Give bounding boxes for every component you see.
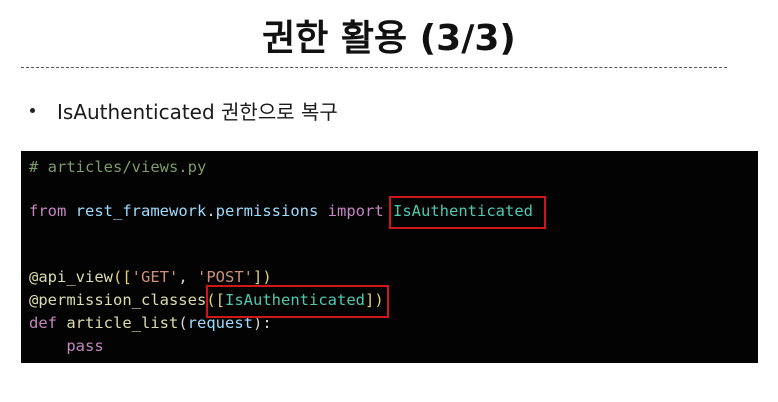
comma: , bbox=[178, 268, 198, 286]
function-name: article_list bbox=[66, 314, 179, 332]
open-brackets: ([ bbox=[113, 268, 132, 286]
decorator-permission-classes: @permission_classes bbox=[29, 291, 207, 309]
code-block: # articles/views.py from rest_framework.… bbox=[21, 151, 758, 363]
dashed-divider bbox=[21, 67, 727, 68]
params-open: ( bbox=[178, 314, 188, 332]
bullet-text: IsAuthenticated 권한으로 복구 bbox=[57, 99, 338, 124]
string-post: 'POST' bbox=[197, 268, 254, 286]
bullet-dot-icon bbox=[30, 107, 35, 113]
highlight-box-permission bbox=[206, 285, 389, 318]
code-line-comment: # articles/views.py bbox=[29, 156, 206, 178]
keyword-pass: pass bbox=[66, 337, 104, 355]
close-brackets: ]) bbox=[253, 268, 272, 286]
bullet-item: IsAuthenticated 권한으로 복구 bbox=[30, 94, 338, 126]
keyword-import: import bbox=[327, 202, 384, 220]
page-title: 권한 활용 (3/3) bbox=[262, 18, 516, 59]
code-comment: # articles/views.py bbox=[29, 158, 207, 176]
keyword-from: from bbox=[29, 202, 67, 220]
string-get: 'GET' bbox=[131, 268, 179, 286]
module-name: rest_framework bbox=[75, 202, 207, 220]
code-line-pass: pass bbox=[29, 335, 104, 357]
decorator-api-view: @api_view bbox=[29, 268, 113, 286]
dot-separator: . bbox=[206, 202, 216, 220]
submodule-name: permissions bbox=[215, 202, 319, 220]
highlight-box-import bbox=[389, 196, 546, 229]
keyword-def: def bbox=[29, 314, 57, 332]
